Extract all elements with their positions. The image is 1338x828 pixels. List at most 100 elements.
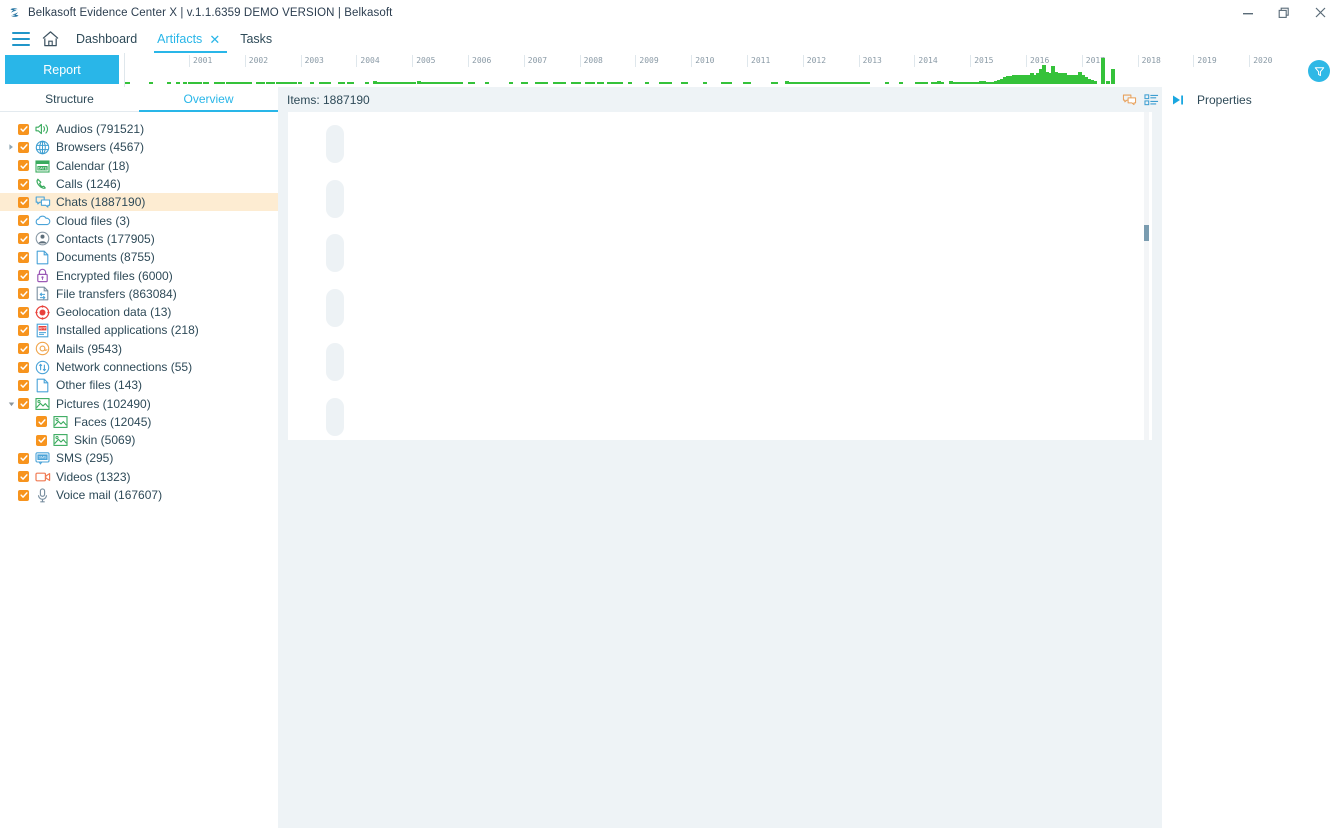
tree-item[interactable]: Pictures (102490): [0, 394, 278, 412]
tree-item-checkbox[interactable]: [18, 398, 29, 410]
center-panel: Items: 1887190: [278, 87, 1162, 828]
tab-dashboard[interactable]: Dashboard: [67, 26, 146, 53]
timeline-bar: [182, 82, 187, 84]
tree-item-checkbox[interactable]: [18, 288, 29, 300]
sms-icon: SMS: [34, 450, 51, 466]
tree-item-checkbox[interactable]: [18, 178, 29, 190]
tree-item[interactable]: SMS SMS (295): [0, 449, 278, 467]
tree-item[interactable]: Browsers (4567): [0, 138, 278, 156]
tree-item-checkbox[interactable]: [18, 452, 29, 464]
tree-item-label: Network connections (55): [56, 360, 193, 374]
tab-artifacts[interactable]: Artifacts ✕: [148, 26, 229, 53]
calendar-icon: DATE: [34, 158, 51, 174]
tree-item[interactable]: Documents (8755): [0, 248, 278, 266]
tree-item-label: Faces (12045): [74, 414, 152, 429]
tree-item-checkbox[interactable]: [18, 196, 29, 208]
tree-item[interactable]: Mails (9543): [0, 340, 278, 358]
tree-item[interactable]: File transfers (863084): [0, 285, 278, 303]
tree-item-label: Audios (791521): [56, 122, 145, 137]
tree-item[interactable]: Voice mail (167607): [0, 486, 278, 504]
tab-overview[interactable]: Overview: [139, 87, 278, 112]
tree-item-label: Geolocation data (13): [56, 305, 172, 320]
tree-item[interactable]: Chats (1887190): [0, 193, 278, 212]
tab-structure[interactable]: Structure: [0, 87, 139, 111]
tree-item[interactable]: Videos (1323): [0, 468, 278, 486]
tree-item[interactable]: Audios (791521): [0, 120, 278, 138]
lock-icon: [34, 268, 51, 284]
tree-item-checkbox[interactable]: [36, 434, 47, 446]
filter-funnel-icon[interactable]: [1308, 60, 1330, 82]
tree-item-checkbox[interactable]: [18, 343, 29, 355]
cloud-icon: [34, 213, 51, 229]
timeline-bar: [176, 82, 180, 84]
close-icon[interactable]: [1302, 0, 1338, 25]
tree-item-checkbox[interactable]: [18, 306, 29, 318]
tree-item-checkbox[interactable]: [18, 141, 29, 153]
tree-item-checkbox[interactable]: [18, 251, 29, 263]
phone-call-icon: [34, 176, 51, 192]
hamburger-menu-icon[interactable]: [8, 28, 34, 50]
tree-item-checkbox[interactable]: [36, 416, 47, 428]
expand-arrow-expanded-icon[interactable]: [4, 400, 18, 408]
home-icon[interactable]: [34, 27, 66, 51]
minimize-icon[interactable]: [1230, 0, 1266, 25]
tree-item-checkbox[interactable]: [18, 379, 29, 391]
installed-app-icon: APP: [34, 322, 51, 338]
tree-item-checkbox[interactable]: [18, 123, 29, 135]
browser-globe-icon: [34, 139, 51, 155]
tree-item-checkbox[interactable]: [18, 489, 29, 501]
document-icon: [34, 249, 51, 265]
results-scrollbar[interactable]: [1144, 112, 1149, 440]
tree-item[interactable]: Calls (1246): [0, 175, 278, 193]
tree-item-checkbox[interactable]: [18, 215, 29, 227]
skeleton-placeholder: [326, 234, 344, 272]
left-panel: Structure Overview Audios (791521) Browse…: [0, 87, 278, 828]
timeline-bar: [233, 82, 238, 84]
tree-item-label: Documents (8755): [56, 250, 155, 265]
tree-item[interactable]: Faces (12045): [0, 413, 278, 431]
results-scrollbar-thumb[interactable]: [1144, 225, 1149, 241]
tree-item[interactable]: Other files (143): [0, 376, 278, 394]
timeline-bar: [684, 82, 688, 84]
tab-tasks[interactable]: Tasks: [231, 26, 281, 53]
chat-bubbles-icon: [34, 194, 51, 210]
skeleton-placeholder: [326, 179, 344, 218]
list-view-icon[interactable]: [1140, 89, 1162, 111]
tree-item-checkbox[interactable]: [18, 324, 29, 336]
timeline-bar: [924, 82, 928, 84]
chat-view-icon[interactable]: [1118, 89, 1140, 111]
expand-panel-icon[interactable]: [1171, 94, 1191, 106]
close-tab-icon[interactable]: ✕: [209, 33, 220, 46]
timeline-bar: [1093, 81, 1097, 84]
report-button[interactable]: Report: [5, 55, 119, 84]
timeline-bar: [885, 82, 889, 84]
tree-item-checkbox[interactable]: [18, 471, 29, 483]
restore-icon[interactable]: [1266, 0, 1302, 25]
timeline-histogram[interactable]: 2001 2002 2003 2004 2005 2006 2007 2008 2009 2010…: [124, 53, 1293, 87]
tree-item-label: Browsers (4567): [56, 140, 145, 155]
microphone-icon: [34, 487, 51, 503]
tree-item-checkbox[interactable]: [18, 160, 29, 172]
tree-item[interactable]: Contacts (177905): [0, 230, 278, 248]
tree-item[interactable]: APP Installed applications (218): [0, 321, 278, 339]
tree-item[interactable]: Cloud files (3): [0, 211, 278, 229]
tree-item[interactable]: DATE Calendar (18): [0, 157, 278, 175]
timeline-bar: [703, 82, 707, 84]
video-camera-icon: [34, 469, 51, 485]
menu-bar: Dashboard Artifacts ✕ Tasks: [0, 25, 1338, 53]
timeline-bar: [509, 82, 513, 84]
timeline-bar: [940, 82, 944, 84]
timeline-bar: [293, 82, 297, 84]
tree-item[interactable]: Encrypted files (6000): [0, 266, 278, 284]
tree-item[interactable]: Geolocation data (13): [0, 303, 278, 321]
tree-item[interactable]: Skin (5069): [0, 431, 278, 449]
timeline-bars: [125, 58, 1293, 84]
properties-header: Properties: [1162, 87, 1338, 112]
tree-item-checkbox[interactable]: [18, 270, 29, 282]
expand-arrow-collapsed-icon[interactable]: [4, 143, 18, 151]
timeline-bar: [577, 82, 581, 84]
tree-item[interactable]: Network connections (55): [0, 358, 278, 376]
tree-item-checkbox[interactable]: [18, 361, 29, 373]
tree-item-checkbox[interactable]: [18, 233, 29, 245]
timeline-bar: [221, 82, 225, 84]
